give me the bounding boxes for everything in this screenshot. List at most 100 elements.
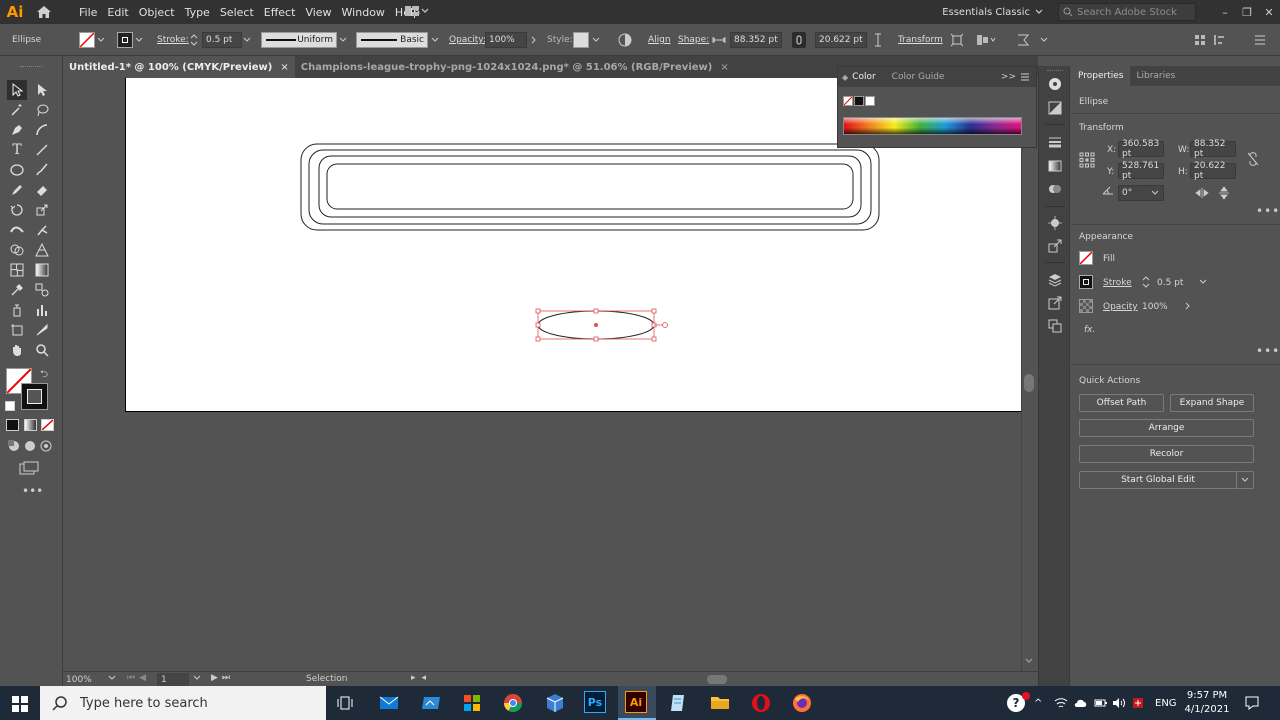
paintbrush-tool-icon[interactable] [32, 160, 52, 180]
chrome-icon[interactable] [501, 691, 525, 715]
stock-search-input[interactable]: Search Adobe Stock [1058, 3, 1196, 21]
shape-link[interactable]: Shape: [678, 24, 709, 56]
shaper-tool-icon[interactable] [7, 180, 27, 200]
tab-untitled-1[interactable]: Untitled-1* @ 100% (CMYK/Preview) × [63, 56, 295, 78]
task-view-icon[interactable] [334, 691, 358, 715]
gradient-panel-icon[interactable] [1045, 156, 1065, 176]
hand-tool-icon[interactable] [7, 340, 27, 360]
tab-libraries[interactable]: Libraries [1136, 71, 1175, 81]
menu-type[interactable]: Type [180, 6, 215, 19]
chevron-right-icon[interactable] [1185, 302, 1191, 310]
menu-file[interactable]: File [74, 6, 102, 19]
tab-color-guide[interactable]: Color Guide [892, 72, 945, 82]
notepad-app-icon[interactable] [666, 691, 690, 715]
volume-icon[interactable] [1112, 686, 1126, 720]
stroke-label[interactable]: Stroke: [157, 24, 189, 56]
panel-layout-icon[interactable] [1194, 24, 1206, 56]
next-artboard-icon[interactable]: ▶⏭ [211, 673, 234, 683]
eyedropper-tool-icon[interactable] [7, 280, 27, 300]
chevron-down-icon[interactable] [1025, 658, 1033, 664]
first-artboard-icon[interactable]: ⏮◀ [127, 673, 150, 683]
chevron-down-icon[interactable] [243, 24, 251, 56]
rounded-rect-2[interactable] [308, 149, 872, 225]
curvature-tool-icon[interactable] [32, 120, 52, 140]
horizontal-scroll-arrows[interactable]: ▸◂ [411, 673, 432, 683]
rotate-tool-icon[interactable] [7, 200, 27, 220]
taskbar-search-input[interactable]: Type here to search [40, 686, 326, 720]
asset-export-icon[interactable] [1045, 236, 1065, 256]
link-proportions-icon[interactable] [792, 24, 806, 56]
stroke-swatch[interactable] [117, 24, 145, 56]
chevron-right-icon[interactable] [531, 24, 537, 56]
properties-panel-icon[interactable] [1045, 74, 1065, 94]
security-icon[interactable] [1132, 686, 1144, 720]
draw-inside-icon[interactable] [36, 436, 56, 456]
zoom-level[interactable]: 100% [66, 673, 106, 686]
panel-menu-icon[interactable] [1020, 73, 1030, 81]
symbol-sprayer-tool-icon[interactable] [7, 300, 27, 320]
offset-path-button[interactable]: Offset Path [1079, 394, 1164, 412]
illustrator-icon[interactable]: Ai [625, 691, 647, 713]
swap-colors-icon[interactable]: ⮌ [40, 367, 48, 384]
close-tab-icon[interactable]: × [720, 62, 728, 73]
more-transform-options-icon[interactable]: ••• [1256, 204, 1280, 218]
arrange-button[interactable]: Arrange [1079, 419, 1254, 437]
language-indicator[interactable]: ENG [1155, 686, 1177, 720]
menu-object[interactable]: Object [134, 6, 180, 19]
firefox-icon[interactable] [790, 691, 814, 715]
status-tool-label[interactable]: Selection [306, 674, 347, 684]
x-position-input[interactable]: 360.583 pt [1118, 139, 1164, 159]
line-tool-icon[interactable] [32, 140, 52, 160]
horizontal-scroll-thumb[interactable] [707, 675, 727, 684]
layers-panel-icon[interactable] [1045, 270, 1065, 290]
reference-point-icon[interactable] [950, 24, 964, 56]
gradient-mode-icon[interactable] [24, 419, 37, 431]
rounded-rect-3[interactable] [318, 155, 862, 218]
chevron-down-icon[interactable] [95, 32, 107, 48]
more-appearance-options-icon[interactable]: ••• [1256, 344, 1280, 358]
stroke-weight-input[interactable]: 0.5 pt [202, 32, 242, 48]
chevron-down-icon[interactable] [193, 675, 201, 681]
color-mode-icon[interactable] [6, 419, 19, 431]
graphic-style-swatch[interactable] [573, 32, 589, 48]
minimize-button[interactable]: – [1214, 0, 1236, 24]
chevron-down-icon[interactable] [431, 24, 439, 56]
close-window-button[interactable]: ✕ [1258, 0, 1280, 24]
default-colors-icon[interactable] [5, 401, 15, 411]
chevron-down-icon[interactable] [1040, 24, 1048, 56]
menu-effect[interactable]: Effect [259, 6, 301, 19]
none-swatch[interactable] [843, 96, 853, 106]
shape-builder-tool-icon[interactable] [7, 240, 27, 260]
flip-vertical-icon[interactable] [1219, 186, 1229, 200]
global-edit-options-button[interactable] [1236, 471, 1254, 489]
arrange-panel-icon[interactable] [1214, 24, 1228, 56]
expand-shape-button[interactable]: Expand Shape [1170, 394, 1254, 412]
reference-point-icon[interactable] [1079, 152, 1095, 168]
menu-view[interactable]: View [300, 6, 336, 19]
type-tool-icon[interactable]: T [7, 140, 27, 160]
menu-edit[interactable]: Edit [102, 6, 133, 19]
y-position-input[interactable]: 528.761 pt [1118, 161, 1164, 181]
artboard-tool-icon[interactable] [7, 320, 27, 340]
expand-panel-icon[interactable]: >> [1001, 72, 1016, 82]
direct-selection-tool-icon[interactable] [32, 80, 52, 100]
menu-select[interactable]: Select [215, 6, 259, 19]
recolor-button[interactable]: Recolor [1079, 445, 1254, 463]
home-icon[interactable] [30, 0, 58, 24]
workspace-switcher[interactable]: Essentials Classic [942, 7, 1030, 18]
fx-icon[interactable]: fx. [1084, 325, 1095, 335]
tab-properties[interactable]: Properties [1071, 66, 1131, 86]
align-objects-icon[interactable] [976, 24, 996, 56]
cloud-icon[interactable] [1074, 686, 1088, 720]
stroke-swatch-icon[interactable] [1079, 275, 1093, 289]
variable-width-profile[interactable]: Uniform [261, 32, 337, 48]
transform-link[interactable]: Transform [898, 24, 943, 56]
brush-definition[interactable]: Basic [356, 32, 428, 48]
maximize-button[interactable]: ❐ [1236, 0, 1258, 24]
3d-viewer-icon[interactable] [543, 691, 567, 715]
opacity-value[interactable]: 100% [1142, 302, 1168, 312]
rotation-input[interactable]: 0° [1118, 185, 1164, 201]
ellipse-tool-icon[interactable] [7, 160, 27, 180]
eraser-tool-icon[interactable] [32, 180, 52, 200]
zoom-tool-icon[interactable] [32, 340, 52, 360]
